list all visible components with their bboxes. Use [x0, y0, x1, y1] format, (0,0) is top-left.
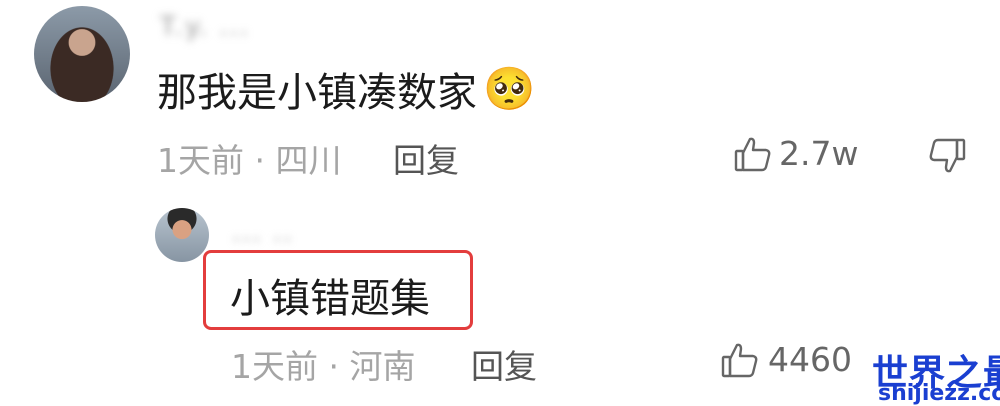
watermark-url: shijiezz.com [878, 381, 1000, 406]
reply-like-count: 4460 [768, 340, 852, 379]
commenter-username[interactable]: T.y. ... [160, 12, 250, 42]
comment-reply-button[interactable]: 回复 [393, 134, 459, 182]
replier-avatar[interactable] [155, 208, 209, 262]
pleading-face-emoji-icon: 🥺 [483, 64, 536, 113]
reply-reply-button[interactable]: 回复 [471, 340, 537, 388]
comment-time-location: 1天前 · 四川 [157, 141, 342, 180]
reply-time-location: 1天前 · 河南 [231, 347, 416, 386]
thumbs-up-icon[interactable] [720, 340, 760, 380]
commenter-avatar[interactable] [34, 6, 130, 102]
comment-text: 那我是小镇凑数家 [157, 70, 477, 116]
thumbs-down-icon[interactable] [927, 136, 967, 176]
comment-like-count: 2.7w [779, 134, 859, 173]
reply-text: 小镇错题集 [230, 276, 430, 322]
replier-username[interactable]: ... .. [232, 218, 294, 248]
thumbs-up-icon[interactable] [733, 134, 773, 174]
comment-body: 那我是小镇凑数家 🥺 [157, 60, 535, 118]
